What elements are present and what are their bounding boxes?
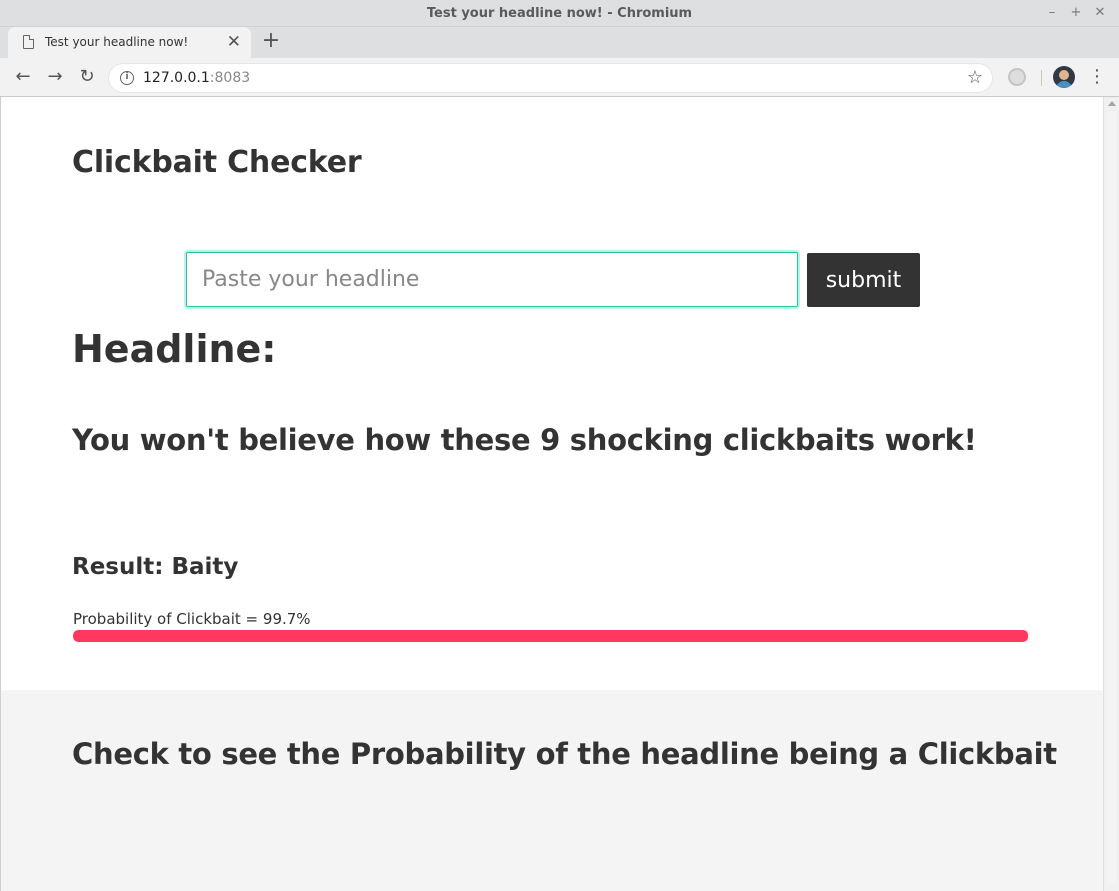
window-titlebar: Test your headline now! - Chromium – + ✕ [0,0,1119,27]
tab-title: Test your headline now! [45,35,189,49]
page-icon [23,35,34,49]
forward-arrow-icon[interactable]: → [44,65,66,89]
profile-avatar[interactable] [1053,66,1075,88]
url-text: 127.0.0.1:8083 [143,70,250,86]
probability-label: Probability of Clickbait = 99.7% [73,610,311,628]
probability-progress-fill [73,630,1029,642]
result-label: Result: Baity [72,554,239,580]
kebab-menu-icon[interactable]: ⋮ [1088,66,1106,88]
minimize-icon[interactable]: – [1044,5,1060,20]
back-arrow-icon[interactable]: ← [12,65,34,89]
url-host: 127.0.0.1 [143,70,210,86]
page-title: Clickbait Checker [72,145,362,180]
footer-section: Check to see the Probability of the head… [1,690,1103,891]
info-icon[interactable]: i [120,71,134,85]
page-viewport: Clickbait Checker submit Headline: You w… [0,97,1103,891]
new-tab-icon[interactable]: + [259,28,283,53]
address-bar[interactable]: i 127.0.0.1:8083 ☆ [109,64,992,92]
scroll-up-icon[interactable] [1108,101,1116,106]
headline-text: You won't believe how these 9 shocking c… [72,423,977,457]
toolbar-divider [1041,70,1042,86]
submit-button[interactable]: submit [807,253,920,307]
window-title: Test your headline now! - Chromium [426,6,693,21]
reload-icon[interactable]: ↻ [76,65,98,89]
url-port: :8083 [209,70,251,86]
close-window-icon[interactable]: ✕ [1092,5,1108,20]
vertical-scrollbar[interactable] [1103,97,1119,891]
probability-progress-bar [73,630,1031,642]
footer-text: Check to see the Probability of the head… [72,737,1057,771]
browser-toolbar: ← → ↻ i 127.0.0.1:8083 ☆ ⋮ [0,58,1119,97]
scrollbar-thumb[interactable] [1107,111,1116,885]
maximize-icon[interactable]: + [1068,5,1084,20]
browser-tab[interactable]: Test your headline now! ✕ [8,27,251,58]
headline-heading: Headline: [72,327,277,371]
close-tab-icon[interactable]: ✕ [227,32,241,52]
star-icon[interactable]: ☆ [967,67,983,88]
headline-input[interactable] [186,252,798,307]
extension-icon[interactable] [1008,68,1026,86]
tab-strip: Test your headline now! ✕ + [0,27,1119,58]
